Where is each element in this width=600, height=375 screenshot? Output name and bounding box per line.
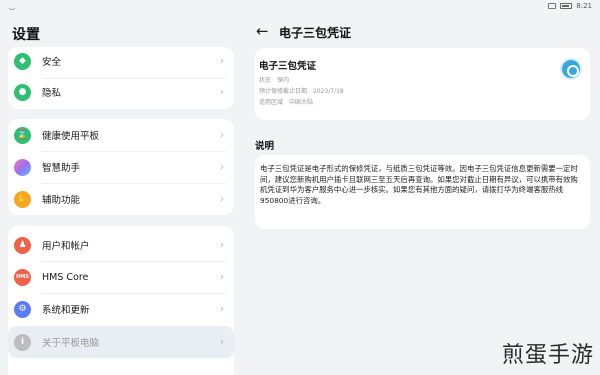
sidebar-item-accessibility[interactable]: ✋ 辅助功能 › xyxy=(8,183,234,215)
sidebar-item-assistant[interactable]: 智慧助手 › xyxy=(8,151,234,183)
chevron-right-icon: › xyxy=(220,193,224,205)
sidebar-item-digital-balance[interactable]: ⌛ 健康使用平板 › xyxy=(8,119,234,151)
sidebar-item-label: 辅助功能 xyxy=(42,195,81,206)
chevron-right-icon: › xyxy=(220,86,224,98)
settings-sidebar: 设置 ◆ 安全 › ● 隐私 › ⌛ 健康使用平板 › 智慧助手 › ✋ 辅助功… xyxy=(0,14,242,375)
settings-group-tools: ⌛ 健康使用平板 › 智慧助手 › ✋ 辅助功能 › xyxy=(8,119,234,215)
user-icon: ♟ xyxy=(14,236,31,254)
expiry-row: 预计保修截止日期 2023/7/18 xyxy=(259,86,344,95)
sidebar-item-hms-core[interactable]: HMS HMS Core › xyxy=(8,261,234,293)
chevron-right-icon: › xyxy=(220,303,224,315)
status-label: 状态 xyxy=(259,77,272,84)
status-time: 8:21 xyxy=(576,2,592,10)
back-arrow-icon[interactable]: ← xyxy=(256,22,269,40)
status-value: 保内 xyxy=(276,77,289,84)
section-title: 说明 xyxy=(255,141,275,152)
wifi-icon: ‿ xyxy=(9,2,15,10)
settings-title: 设置 xyxy=(12,27,40,43)
chevron-right-icon: › xyxy=(220,129,224,141)
chevron-right-icon: › xyxy=(220,271,224,283)
battery-icon xyxy=(560,3,573,9)
shield-icon: ◆ xyxy=(14,52,31,70)
sidebar-item-security[interactable]: ◆ 安全 › xyxy=(8,45,234,77)
settings-group-security: ◆ 安全 › ● 隐私 › xyxy=(8,47,234,109)
region-label: 适用区域 xyxy=(259,99,284,106)
sidebar-item-label: 安全 xyxy=(42,57,62,68)
chevron-right-icon: › xyxy=(220,55,224,67)
sidebar-item-system-update[interactable]: ⚙ 系统和更新 › xyxy=(8,293,234,325)
sidebar-item-privacy[interactable]: ● 隐私 › xyxy=(8,76,234,108)
sidebar-item-label: 健康使用平板 xyxy=(42,131,100,142)
sidebar-item-label: 系统和更新 xyxy=(42,305,90,316)
region-value: 中国大陆 xyxy=(288,99,313,106)
card-title: 电子三包凭证 xyxy=(259,61,317,72)
expiry-value: 2023/7/18 xyxy=(312,88,344,95)
watermark-text: 煎蛋手游 xyxy=(501,343,594,368)
sidebar-item-label: 关于平板电脑 xyxy=(42,338,100,349)
hms-icon: HMS xyxy=(14,268,31,286)
sidebar-item-users[interactable]: ♟ 用户和帐户 › xyxy=(8,229,234,261)
page-title: 电子三包凭证 xyxy=(279,26,352,40)
detail-pane: ← 电子三包凭证 电子三包凭证 状态 保内 预计保修截止日期 2023/7/18… xyxy=(242,14,600,375)
assistant-icon xyxy=(14,158,31,176)
chevron-right-icon: › xyxy=(220,239,224,251)
sidebar-item-label: HMS Core xyxy=(42,271,89,283)
status-bar: ‿ 8:21 xyxy=(0,0,600,14)
expiry-label: 预计保修截止日期 xyxy=(259,88,308,95)
sidebar-item-about[interactable]: i 关于平板电脑 › xyxy=(8,326,234,358)
system-update-icon: ⚙ xyxy=(14,300,31,318)
hand-icon: ✋ xyxy=(14,190,31,208)
info-icon: i xyxy=(14,333,31,351)
chevron-right-icon: › xyxy=(220,161,224,173)
sidebar-item-label: 用户和帐户 xyxy=(42,241,90,252)
hourglass-icon: ⌛ xyxy=(14,126,31,144)
description-text: 电子三包凭证是电子形式的保修凭证，与纸质三包凭证等效。因电子三包凭证信息更新需要… xyxy=(255,155,590,229)
warranty-card: 电子三包凭证 状态 保内 预计保修截止日期 2023/7/18 适用区域 中国大… xyxy=(255,48,590,120)
sidebar-item-label: 智慧助手 xyxy=(42,163,81,174)
chevron-right-icon: › xyxy=(220,336,224,348)
warranty-badge-icon xyxy=(560,58,582,80)
sidebar-item-label: 隐私 xyxy=(42,88,62,99)
settings-group-system: ♟ 用户和帐户 › HMS HMS Core › ⚙ 系统和更新 › i 关于平… xyxy=(8,226,234,375)
region-row: 适用区域 中国大陆 xyxy=(259,97,313,106)
status-row: 状态 保内 xyxy=(259,75,289,84)
privacy-icon: ● xyxy=(14,83,31,101)
mail-icon xyxy=(548,3,557,9)
